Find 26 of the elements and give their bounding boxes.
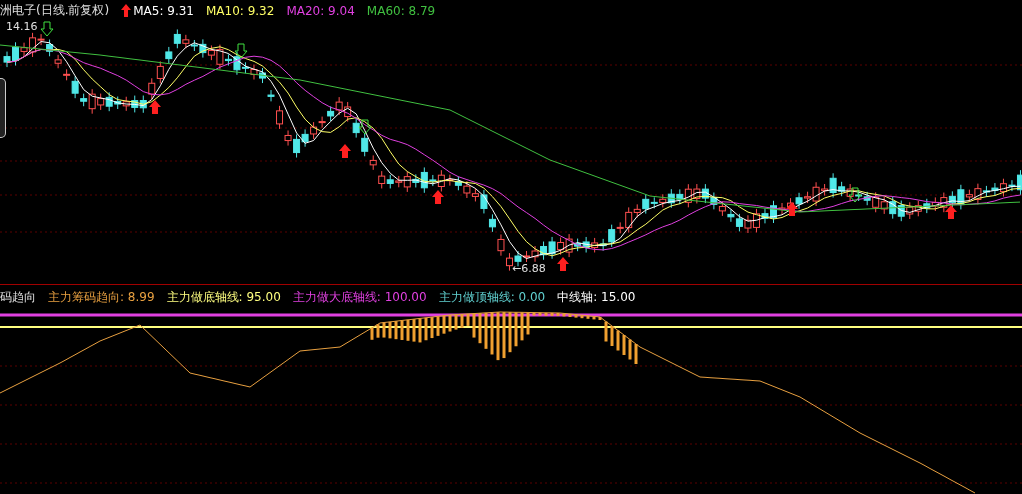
low-price-label: ←6.88 bbox=[512, 262, 546, 275]
legend-label: 主力筹码趋向: 8.99 bbox=[48, 289, 155, 306]
legend-label: MA10: 9.32 bbox=[205, 3, 275, 18]
up-arrow-icon bbox=[339, 144, 351, 158]
down-arrow-icon bbox=[848, 187, 862, 203]
legend-label: MA60: 8.79 bbox=[366, 3, 436, 18]
down-arrow-icon bbox=[40, 21, 54, 37]
legend-label: 中线轴: 15.00 bbox=[557, 289, 636, 306]
high-price-label: 14.16 bbox=[6, 20, 38, 33]
up-arrow-icon bbox=[149, 100, 161, 114]
legend-label: 主力做大底轴线: 100.00 bbox=[292, 289, 427, 306]
legend-label: 主力做顶轴线: 0.00 bbox=[438, 289, 546, 306]
down-arrow-icon bbox=[234, 43, 248, 59]
up-arrow-icon bbox=[121, 4, 132, 17]
legend-label: MA20: 9.04 bbox=[286, 3, 355, 18]
chart-title: 洲电子(日线.前复权) bbox=[0, 2, 110, 19]
up-arrow-icon bbox=[786, 202, 798, 216]
legend-label: 主力做底轴线: 95.00 bbox=[166, 289, 281, 306]
up-arrow-icon bbox=[557, 257, 569, 271]
candlestick bbox=[267, 89, 275, 102]
indicator-title: 码趋向 bbox=[0, 289, 36, 306]
legend-label: MA5: 9.31 bbox=[133, 3, 194, 18]
up-arrow-icon bbox=[945, 205, 957, 219]
up-arrow-icon bbox=[432, 190, 444, 204]
side-handle[interactable] bbox=[0, 78, 6, 138]
down-arrow-icon bbox=[358, 119, 372, 135]
